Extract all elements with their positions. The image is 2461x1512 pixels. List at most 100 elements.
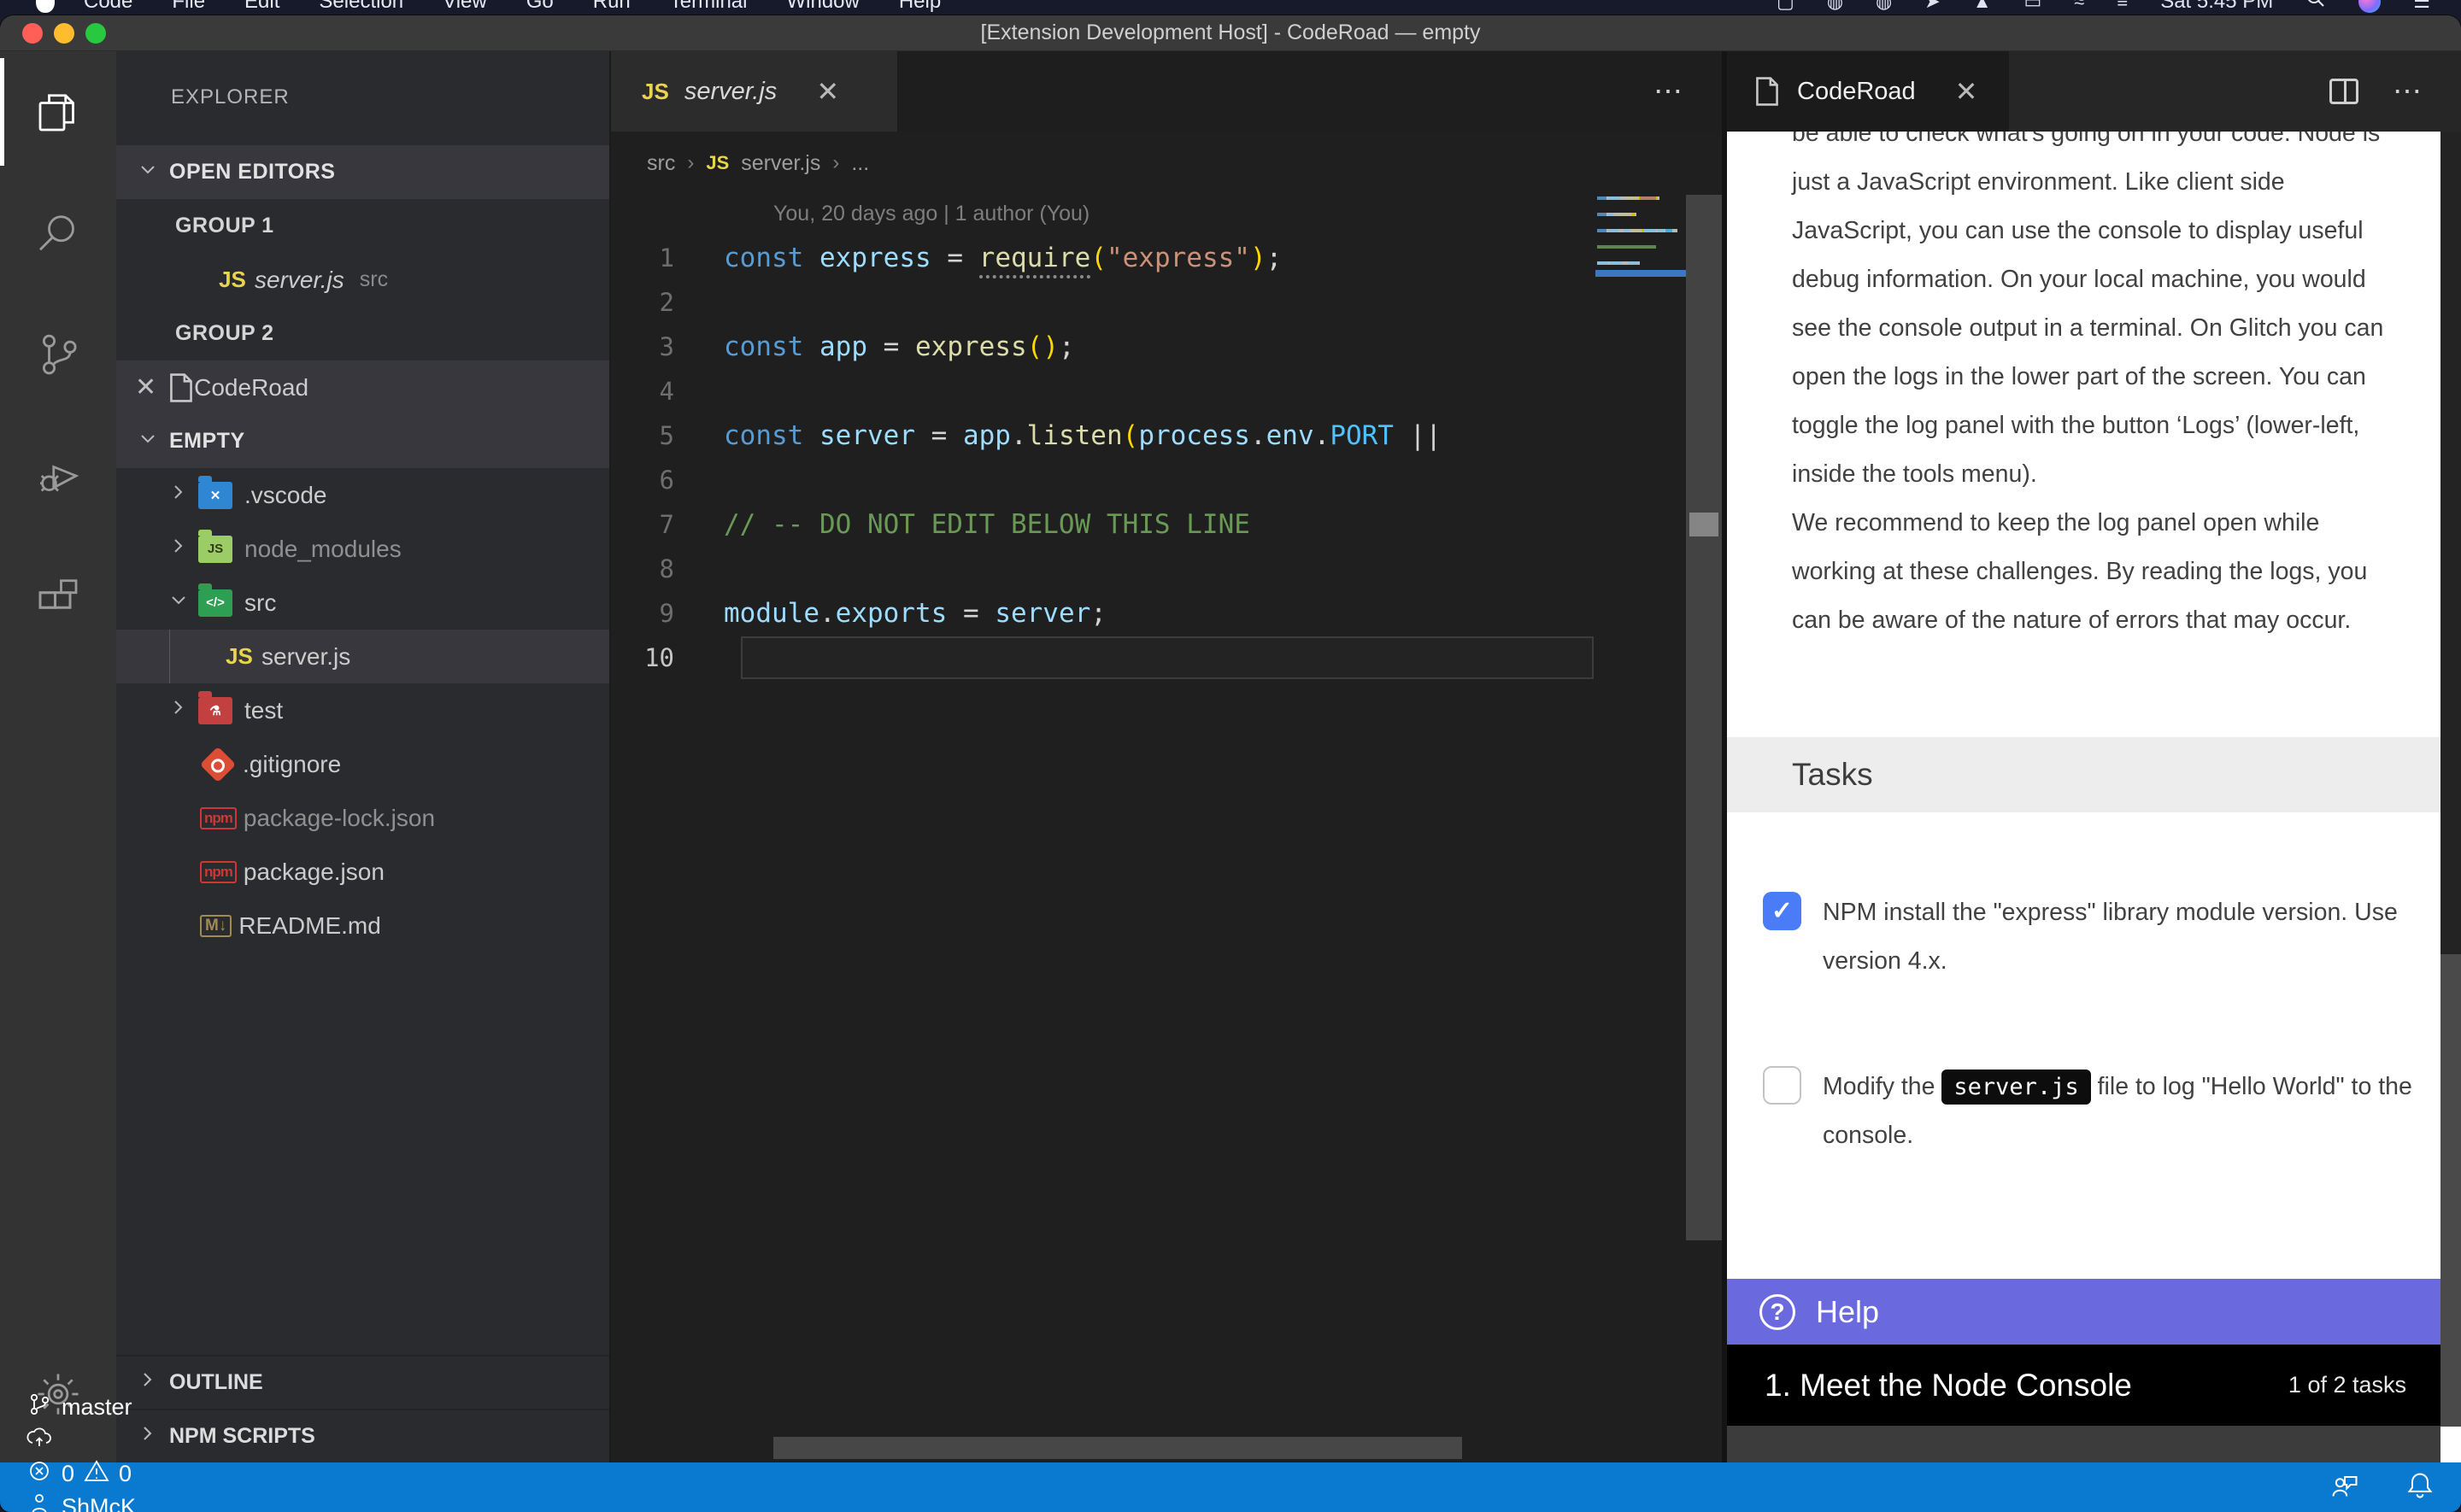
code-text: const server = app.listen(process.env.PO… bbox=[724, 420, 1442, 451]
menu-items: Code File Edit Selection View Go Run Terminal Wi… bbox=[84, 0, 980, 14]
code-line-10[interactable]: 10 bbox=[611, 636, 1722, 680]
src-folder-icon: </> bbox=[198, 589, 232, 617]
play-menu-icon[interactable]: ▲ bbox=[1973, 0, 1992, 13]
wifi-menu-icon[interactable]: ≈ bbox=[2074, 0, 2084, 13]
more-actions-icon[interactable]: ⋯ bbox=[1653, 74, 1684, 108]
webview-scrollbar-thumb[interactable] bbox=[2440, 132, 2461, 954]
location-menu-icon[interactable]: ➤ bbox=[1924, 0, 1940, 13]
code-line-3[interactable]: 3const app = express(); bbox=[611, 325, 1722, 369]
tree-item--vscode[interactable]: ✕.vscode bbox=[116, 468, 609, 522]
minimap-line bbox=[1597, 229, 1677, 232]
scrollbar-thumb[interactable] bbox=[1689, 513, 1718, 536]
notification-center-icon[interactable]: ☰ bbox=[2413, 0, 2430, 13]
shield-menu-icon[interactable]: ◍ bbox=[1827, 0, 1843, 13]
search-activity-icon[interactable] bbox=[0, 173, 116, 294]
tab-bar: JS server.js ✕ ⋯ bbox=[611, 51, 1722, 132]
code-text: // -- DO NOT EDIT BELOW THIS LINE bbox=[724, 509, 1250, 540]
horizontal-scrollbar[interactable] bbox=[773, 1437, 1462, 1459]
code-line-5[interactable]: 5const server = app.listen(process.env.P… bbox=[611, 413, 1722, 458]
status-item-publish[interactable] bbox=[26, 1424, 172, 1457]
menu-item-go[interactable]: Go bbox=[526, 0, 554, 13]
status-item-problems[interactable]: 00 bbox=[26, 1457, 172, 1491]
open-editors-header[interactable]: OPEN EDITORS bbox=[116, 145, 609, 199]
run-debug-activity-icon[interactable] bbox=[0, 415, 116, 536]
status-item-branch[interactable]: master bbox=[26, 1391, 172, 1424]
display-menu-icon[interactable]: ▢ bbox=[1777, 0, 1794, 13]
code-line-6[interactable]: 6 bbox=[611, 458, 1722, 502]
status-item-account[interactable]: ShMcK bbox=[26, 1491, 172, 1512]
split-editor-icon[interactable] bbox=[2329, 79, 2358, 104]
close-tab-icon[interactable]: ✕ bbox=[1955, 75, 1978, 108]
vertical-scrollbar[interactable] bbox=[1686, 195, 1722, 1240]
apple-menu-icon[interactable] bbox=[36, 0, 55, 13]
maximize-window-button[interactable] bbox=[85, 23, 106, 44]
source-control-activity-icon[interactable] bbox=[0, 294, 116, 415]
menu-item-window[interactable]: Window bbox=[786, 0, 859, 13]
tree-item--gitignore[interactable]: .gitignore bbox=[116, 737, 609, 791]
tree-item-readme-md[interactable]: M↓README.md bbox=[116, 899, 609, 952]
explorer-activity-icon[interactable] bbox=[0, 51, 116, 173]
code-line-8[interactable]: 8 bbox=[611, 547, 1722, 591]
close-icon[interactable]: ✕ bbox=[135, 372, 156, 402]
lesson-bar[interactable]: 1. Meet the Node Console 1 of 2 tasks bbox=[1727, 1345, 2440, 1426]
chevron-right-icon bbox=[167, 696, 193, 724]
menu-item-view[interactable]: View bbox=[443, 0, 487, 13]
tab-server-js[interactable]: JS server.js ✕ bbox=[611, 51, 898, 132]
task-checkbox-checked[interactable]: ✓ bbox=[1763, 892, 1801, 930]
menu-item-run[interactable]: Run bbox=[593, 0, 631, 13]
siri-icon[interactable] bbox=[2358, 0, 2381, 13]
chevron-down-icon bbox=[137, 427, 159, 455]
status-item-feedback[interactable] bbox=[2329, 1469, 2360, 1506]
tree-item-package-lock-json[interactable]: npmpackage-lock.json bbox=[116, 791, 609, 845]
lesson-text: be able to check what's going on in your… bbox=[1792, 132, 2392, 645]
open-editor-coderoad[interactable]: ✕ CodeRoad bbox=[116, 360, 609, 414]
minimize-window-button[interactable] bbox=[54, 23, 74, 44]
menu-item-file[interactable]: File bbox=[172, 0, 205, 13]
tree-item-src[interactable]: </>src bbox=[116, 576, 609, 630]
tree-item-package-json[interactable]: npmpackage.json bbox=[116, 845, 609, 899]
line-number: 10 bbox=[611, 643, 724, 672]
code-text: const app = express(); bbox=[724, 331, 1075, 362]
keyboard-menu-icon[interactable]: ≡ bbox=[2117, 0, 2128, 13]
code-line-2[interactable]: 2 bbox=[611, 280, 1722, 325]
menu-item-code[interactable]: Code bbox=[84, 0, 132, 13]
status-item-notifications[interactable] bbox=[2405, 1469, 2435, 1506]
tree-item-node-modules[interactable]: JSnode_modules bbox=[116, 522, 609, 576]
code-text: module.exports = server; bbox=[724, 598, 1107, 629]
extensions-activity-icon[interactable] bbox=[0, 536, 116, 658]
tree-item-server-js[interactable]: JSserver.js bbox=[116, 630, 609, 683]
battery-menu-icon[interactable]: ▭ bbox=[2023, 0, 2041, 13]
code-line-7[interactable]: 7// -- DO NOT EDIT BELOW THIS LINE bbox=[611, 502, 1722, 547]
tab-coderoad[interactable]: CodeRoad ✕ bbox=[1727, 51, 2009, 132]
code-line-9[interactable]: 9module.exports = server; bbox=[611, 591, 1722, 636]
close-window-button[interactable] bbox=[22, 23, 43, 44]
spotlight-icon[interactable] bbox=[2305, 0, 2326, 15]
window-title-bar[interactable]: [Extension Development Host] - CodeRoad … bbox=[0, 15, 2461, 51]
workspace-folder-header[interactable]: EMPTY bbox=[116, 414, 609, 468]
help-bar[interactable]: ? Help bbox=[1727, 1279, 2440, 1345]
shield2-menu-icon[interactable]: ◍ bbox=[1876, 0, 1892, 13]
menu-item-terminal[interactable]: Terminal bbox=[670, 0, 748, 13]
tree-item-test[interactable]: ⚗test bbox=[116, 683, 609, 737]
breadcrumb[interactable]: src › JS server.js › ... bbox=[611, 132, 1722, 195]
menu-item-help[interactable]: Help bbox=[899, 0, 941, 13]
menu-clock[interactable]: Sat 5:45 PM bbox=[2160, 0, 2273, 14]
more-actions-icon[interactable]: ⋯ bbox=[2393, 74, 2423, 108]
js-file-icon: JS bbox=[706, 152, 729, 174]
webview-scrollbar-track[interactable] bbox=[2440, 954, 2461, 1429]
status-bar-right bbox=[2285, 1469, 2435, 1506]
open-editor-server-js[interactable]: JS server.js src bbox=[116, 253, 609, 307]
chevron-right-icon bbox=[167, 481, 193, 509]
menu-item-edit[interactable]: Edit bbox=[244, 0, 279, 13]
close-tab-icon[interactable]: ✕ bbox=[816, 75, 839, 108]
status-bar-left: master00ShMcKLive ShareGit Graph bbox=[26, 1391, 209, 1512]
code-line-1[interactable]: 1const express = require("express"); bbox=[611, 236, 1722, 280]
vscode-window: [Extension Development Host] - CodeRoad … bbox=[0, 15, 2461, 1512]
code-line-4[interactable]: 4 bbox=[611, 369, 1722, 413]
code-editor[interactable]: You, 20 days ago | 1 author (You) 1const… bbox=[611, 195, 1722, 1462]
menu-item-selection[interactable]: Selection bbox=[319, 0, 403, 13]
code-lines[interactable]: 1const express = require("express");23co… bbox=[611, 236, 1722, 680]
task-checkbox-unchecked[interactable] bbox=[1763, 1066, 1801, 1105]
minimap-line bbox=[1597, 261, 1640, 265]
gitlens-blame-annotation[interactable]: You, 20 days ago | 1 author (You) bbox=[773, 202, 1090, 226]
